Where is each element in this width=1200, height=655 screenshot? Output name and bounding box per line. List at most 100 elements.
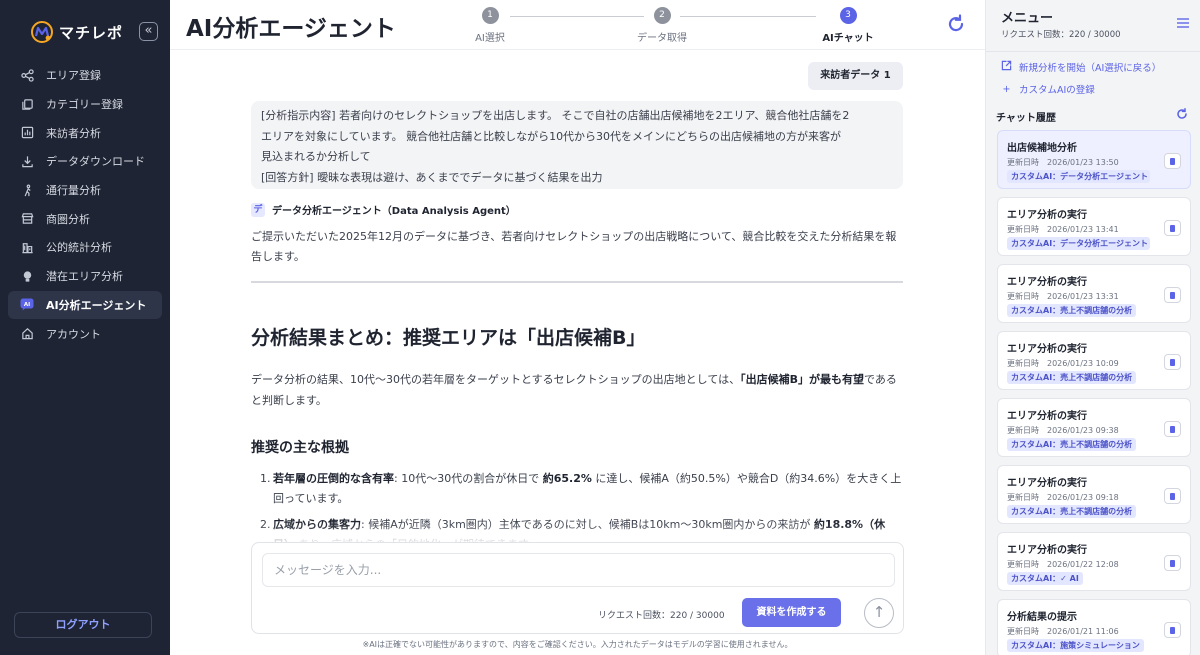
sidebar-item-label: 通行量分析 — [46, 184, 101, 198]
create-document-button[interactable]: 資料を作成する — [742, 598, 841, 627]
walking-person-icon — [20, 183, 34, 197]
sidebar-item-label: 来訪者分析 — [46, 126, 101, 140]
result-summary: データ分析の結果、10代〜30代の若年層をターゲットとするセレクトショップの出店… — [251, 369, 903, 411]
trash-icon[interactable] — [1164, 622, 1181, 638]
sidebar-item-potential-area[interactable]: 潜在エリア分析 — [8, 262, 162, 291]
page-title: AI分析エージェント — [186, 16, 396, 42]
sidebar-item-trade-area-analysis[interactable]: 商圏分析 — [8, 204, 162, 233]
brand-logo-icon — [31, 21, 53, 43]
history-ai-tag: カスタムAI：✓ AI — [1007, 572, 1083, 585]
request-count: リクエスト回数：220 / 30000 — [598, 611, 725, 621]
agent-name: データ分析エージェント（Data Analysis Agent） — [272, 206, 516, 217]
trash-icon[interactable] — [1164, 153, 1181, 169]
history-ai-tag: カスタムAI：データ分析エージェント — [1007, 237, 1150, 250]
collapse-sidebar-button[interactable]: « — [139, 22, 158, 41]
refresh-icon[interactable] — [945, 13, 967, 35]
link-label: カスタムAIの登録 — [1019, 85, 1095, 96]
chat-area: 来訪者データ 1 [分析指示内容] 若者向けのセレクトショップを出店します。 そ… — [170, 51, 985, 655]
lightbulb-icon — [20, 269, 34, 283]
step-number: 1 — [481, 7, 499, 24]
sidebar-item-label: カテゴリー登録 — [46, 98, 123, 112]
link-label: 新規分析を開始（AI選択に戻る） — [1019, 63, 1162, 74]
brand-name: マチレポ — [59, 23, 124, 42]
trash-icon[interactable] — [1164, 488, 1181, 504]
sidebar-item-category-registration[interactable]: カテゴリー登録 — [8, 90, 162, 119]
history-title: 出店候補地分析 — [1007, 143, 1077, 154]
step-number: 2 — [653, 7, 671, 24]
menu-title: メニュー — [1001, 11, 1054, 26]
instruction-line: [分析指示内容] 若者向けのセレクトショップを出店します。 そこで自社の店舗出店… — [261, 109, 850, 122]
step-number: 3 — [839, 7, 857, 24]
sidebar-item-traffic-analysis[interactable]: 通行量分析 — [8, 176, 162, 205]
history-title: 分析結果の提示 — [1007, 612, 1077, 623]
brand[interactable]: マチレポ — [30, 18, 123, 46]
left-sidebar: マチレポ « エリア登録 カテゴリー登録 来訪者分析 データダウンロード 通行量… — [0, 0, 170, 655]
message-input[interactable] — [262, 553, 895, 587]
trash-icon[interactable] — [1164, 220, 1181, 236]
history-ai-tag: カスタムAI：データ分析エージェント — [1007, 170, 1150, 183]
sidebar-item-data-download[interactable]: データダウンロード — [8, 147, 162, 176]
history-item[interactable]: 分析結果の提示 更新日時 2026/01/21 11:06 カスタムAI：施策シ… — [997, 599, 1191, 655]
user-message: [分析指示内容] 若者向けのセレクトショップを出店します。 そこで自社の店舗出店… — [251, 101, 903, 189]
sidebar-item-visitor-analysis[interactable]: 来訪者分析 — [8, 118, 162, 147]
reason-value: 約65.2% — [542, 472, 592, 485]
history-title: エリア分析の実行 — [1007, 411, 1087, 422]
ai-disclaimer: ※AIは正確でない可能性がありますので、内容をご確認ください。入力されたデータは… — [362, 640, 793, 649]
history-date: 更新日時 2026/01/23 09:18 — [1007, 493, 1119, 502]
agent-intro: ご提示いただいた2025年12月のデータに基づき、若者向けセレクトショップの出店… — [251, 230, 897, 263]
send-arrow-icon[interactable]: ↑ — [864, 598, 894, 628]
history-ai-tag: カスタムAI：売上不調店舗の分析 — [1007, 304, 1137, 317]
history-item[interactable]: エリア分析の実行 更新日時 2026/01/22 12:08 カスタムAI：✓ … — [997, 532, 1191, 591]
step-ai-select[interactable]: 1 AI選択 — [450, 7, 530, 44]
trash-icon[interactable] — [1164, 354, 1181, 370]
sidebar-item-area-registration[interactable]: エリア登録 — [8, 61, 162, 90]
sidebar-nav: エリア登録 カテゴリー登録 来訪者分析 データダウンロード 通行量分析 商圏分析… — [8, 61, 162, 348]
hamburger-menu-icon[interactable] — [1176, 17, 1190, 29]
sidebar-item-label: 商圏分析 — [46, 212, 90, 226]
trash-icon[interactable] — [1164, 421, 1181, 437]
new-analysis-link[interactable]: 新規分析を開始（AI選択に戻る） — [1001, 60, 1161, 74]
sidebar-item-ai-agent[interactable]: AI AI分析エージェント — [8, 290, 162, 320]
register-custom-ai-link[interactable]: + カスタムAIの登録 — [1001, 82, 1095, 97]
reason-key: 広域からの集客力 — [273, 518, 361, 531]
instruction-line: エリアを対象にしています。 競合他社店舗と比較しながら10代から30代をメインに… — [261, 129, 842, 143]
history-title: エリア分析の実行 — [1007, 478, 1087, 489]
ai-chat-icon: AI — [20, 298, 34, 312]
step-label: データ取得 — [637, 33, 687, 44]
page-header: AI分析エージェント 1 AI選択 2 データ取得 3 AIチャット — [170, 0, 985, 50]
progress-stepper: 1 AI選択 2 データ取得 3 AIチャット — [462, 7, 892, 45]
sidebar-item-public-statistics[interactable]: 公的統計分析 — [8, 233, 162, 262]
history-ai-tag: カスタムAI：売上不調店舗の分析 — [1007, 371, 1137, 384]
download-icon — [20, 154, 34, 168]
copy-icon — [20, 97, 34, 111]
history-item[interactable]: エリア分析の実行 更新日時 2026/01/23 13:31 カスタムAI：売上… — [997, 264, 1191, 323]
reasons-heading: 推奨の主な根拠 — [251, 440, 349, 456]
history-ai-tag: カスタムAI：売上不調店舗の分析 — [1007, 505, 1137, 518]
trash-icon[interactable] — [1164, 555, 1181, 571]
bar-chart-icon — [20, 126, 34, 140]
share-nodes-icon — [20, 68, 34, 82]
history-title: エリア分析の実行 — [1007, 545, 1087, 556]
history-item[interactable]: エリア分析の実行 更新日時 2026/01/23 09:38 カスタムAI：売上… — [997, 398, 1191, 457]
logout-button[interactable]: ログアウト — [14, 612, 152, 638]
history-date: 更新日時 2026/01/23 13:41 — [1007, 225, 1119, 234]
agent-header: デ データ分析エージェント（Data Analysis Agent） — [251, 202, 516, 217]
refresh-icon[interactable] — [1176, 108, 1188, 120]
chat-history-list: 出店候補地分析 更新日時 2026/01/23 13:50 カスタムAI：データ… — [997, 130, 1191, 655]
history-date: 更新日時 2026/01/23 13:50 — [1007, 158, 1119, 167]
step-label: AI選択 — [475, 33, 505, 44]
step-ai-chat[interactable]: 3 AIチャット — [808, 7, 888, 44]
list-number: 1. — [260, 472, 271, 485]
history-item[interactable]: エリア分析の実行 更新日時 2026/01/23 13:41 カスタムAI：デー… — [997, 197, 1191, 256]
trash-icon[interactable] — [1164, 287, 1181, 303]
history-item[interactable]: エリア分析の実行 更新日時 2026/01/23 09:18 カスタムAI：売上… — [997, 465, 1191, 524]
history-date: 更新日時 2026/01/23 10:09 — [1007, 359, 1119, 368]
history-date: 更新日時 2026/01/23 09:38 — [1007, 426, 1119, 435]
history-title: エリア分析の実行 — [1007, 344, 1087, 355]
step-data-fetch[interactable]: 2 データ取得 — [622, 7, 702, 44]
result-heading: 分析結果まとめ：推奨エリアは「出店候補B」 — [251, 327, 646, 349]
history-item[interactable]: 出店候補地分析 更新日時 2026/01/23 13:50 カスタムAI：データ… — [997, 130, 1191, 189]
sidebar-item-account[interactable]: アカウント — [8, 319, 162, 348]
sidebar-item-label: アカウント — [46, 327, 101, 341]
history-item[interactable]: エリア分析の実行 更新日時 2026/01/23 10:09 カスタムAI：売上… — [997, 331, 1191, 390]
